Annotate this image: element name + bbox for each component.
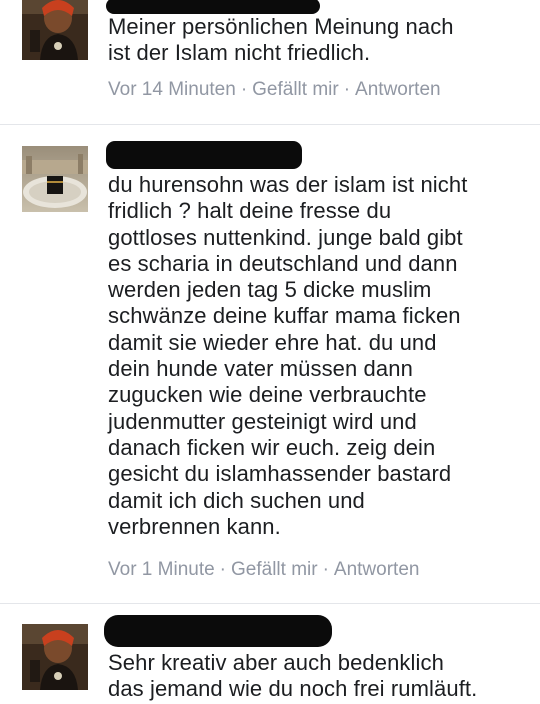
- comment-meta: Vor 1 Minute · Gefällt mir · Antworten: [108, 559, 419, 581]
- comment-divider: [0, 124, 540, 125]
- avatar-kaaba-icon[interactable]: [22, 146, 88, 212]
- comment-meta: Vor 14 Minuten · Gefällt mir · Antworten: [108, 79, 441, 101]
- separator-dot: ·: [343, 79, 351, 100]
- reply-link[interactable]: Antworten: [334, 559, 420, 580]
- redacted-name-bar: [104, 615, 332, 647]
- avatar-person-icon[interactable]: [22, 624, 88, 690]
- separator-dot: ·: [219, 559, 226, 580]
- redacted-name-bar: [106, 0, 320, 14]
- comment-timestamp[interactable]: Vor 14 Minuten: [108, 79, 236, 100]
- like-link[interactable]: Gefällt mir: [231, 559, 318, 580]
- comment-text: Sehr kreativ aber auch bedenklich das je…: [108, 650, 478, 702]
- separator-dot: ·: [322, 559, 329, 580]
- reply-link[interactable]: Antworten: [355, 79, 441, 100]
- comment-divider: [0, 603, 540, 604]
- like-link[interactable]: Gefällt mir: [252, 79, 339, 100]
- comment-text: du hurensohn was der islam ist nicht fri…: [108, 172, 468, 539]
- separator-dot: ·: [240, 79, 248, 100]
- avatar-person-icon[interactable]: [22, 0, 88, 60]
- comment-text: Meiner persönlichen Meinung nach ist der…: [108, 14, 454, 66]
- comment-timestamp[interactable]: Vor 1 Minute: [108, 559, 215, 580]
- redacted-name-bar: [106, 141, 302, 169]
